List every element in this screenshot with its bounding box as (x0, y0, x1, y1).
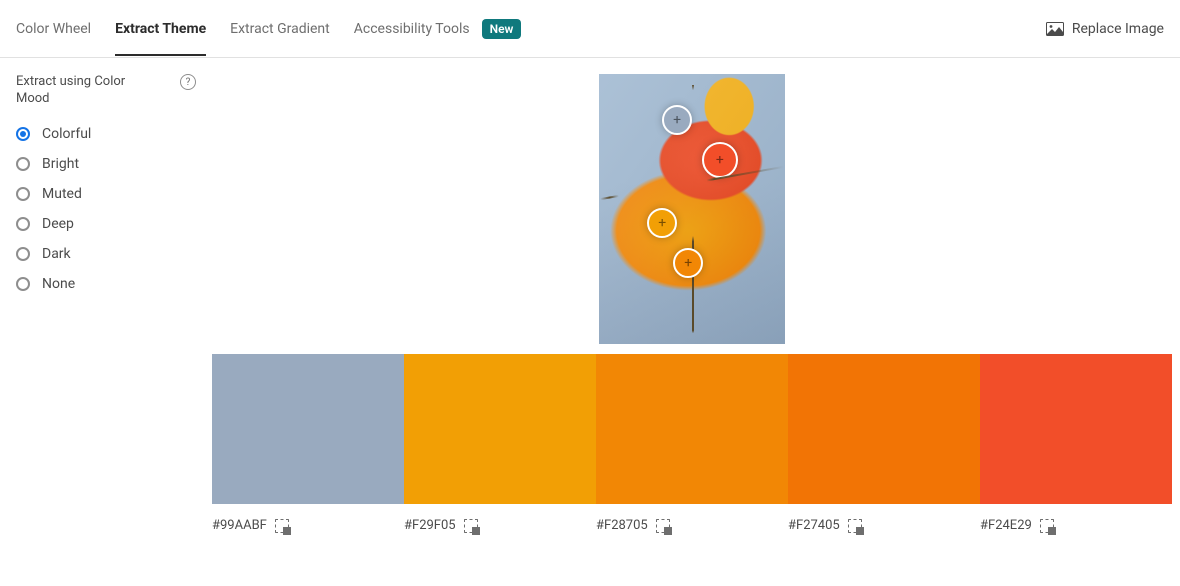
mood-radio-group: Colorful Bright Muted Deep Dark None (16, 126, 196, 292)
radio-label: Deep (42, 216, 74, 232)
color-picker-handle[interactable]: + (647, 208, 677, 238)
radio-icon (16, 277, 30, 291)
swatch-column: #F27405 (788, 354, 980, 533)
radio-label: Colorful (42, 126, 91, 142)
color-swatch[interactable] (404, 354, 596, 504)
radio-label: Bright (42, 156, 79, 172)
mood-muted[interactable]: Muted (16, 186, 196, 202)
main: + + + + #99AABF #F29F05 #F28705 #F27405 #F24E29 (212, 74, 1172, 533)
swatch-hex: #F28705 (596, 518, 648, 533)
radio-label: None (42, 276, 75, 292)
color-picker-handle[interactable]: + (673, 248, 703, 278)
body: Extract using Color Mood ? Colorful Brig… (0, 58, 1180, 549)
swatch-hex: #F27405 (788, 518, 840, 533)
radio-label: Muted (42, 186, 82, 202)
copy-color-icon[interactable] (275, 519, 289, 533)
nav-tabs: Color Wheel Extract Theme Extract Gradie… (16, 3, 1046, 55)
radio-icon (16, 247, 30, 261)
mood-none[interactable]: None (16, 276, 196, 292)
copy-color-icon[interactable] (1040, 519, 1054, 533)
swatch-column: #F29F05 (404, 354, 596, 533)
swatch-label: #F27405 (788, 504, 980, 533)
color-swatch[interactable] (788, 354, 980, 504)
copy-color-icon[interactable] (656, 519, 670, 533)
source-image[interactable]: + + + + (599, 74, 785, 344)
mood-bright[interactable]: Bright (16, 156, 196, 172)
swatch-label: #99AABF (212, 504, 404, 533)
help-icon[interactable]: ? (180, 74, 196, 90)
swatch-column: #F28705 (596, 354, 788, 533)
radio-icon (16, 217, 30, 231)
top-nav: Color Wheel Extract Theme Extract Gradie… (0, 0, 1180, 58)
tab-extract-gradient[interactable]: Extract Gradient (230, 3, 330, 54)
badge-new: New (482, 19, 522, 39)
color-swatch[interactable] (212, 354, 404, 504)
mood-dark[interactable]: Dark (16, 246, 196, 262)
tab-accessibility-tools[interactable]: Accessibility Tools (354, 3, 470, 54)
swatch-label: #F29F05 (404, 504, 596, 533)
mood-colorful[interactable]: Colorful (16, 126, 196, 142)
color-swatch[interactable] (980, 354, 1172, 504)
color-swatch[interactable] (596, 354, 788, 504)
radio-icon (16, 157, 30, 171)
radio-label: Dark (42, 246, 71, 262)
swatch-column: #F24E29 (980, 354, 1172, 533)
swatch-hex: #F24E29 (980, 518, 1032, 533)
swatch-label: #F28705 (596, 504, 788, 533)
replace-image-label: Replace Image (1072, 21, 1164, 37)
copy-color-icon[interactable] (848, 519, 862, 533)
swatch-row: #99AABF #F29F05 #F28705 #F27405 #F24E29 (212, 354, 1172, 533)
sidebar: Extract using Color Mood ? Colorful Brig… (16, 74, 196, 533)
swatch-label: #F24E29 (980, 504, 1172, 533)
color-picker-handle[interactable]: + (702, 142, 738, 178)
replace-image-button[interactable]: Replace Image (1046, 21, 1164, 37)
mood-deep[interactable]: Deep (16, 216, 196, 232)
radio-icon (16, 187, 30, 201)
tab-color-wheel[interactable]: Color Wheel (16, 3, 91, 54)
swatch-hex: #F29F05 (404, 518, 456, 533)
sidebar-title: Extract using Color Mood (16, 74, 146, 108)
swatch-column: #99AABF (212, 354, 404, 533)
color-picker-handle[interactable]: + (662, 105, 692, 135)
tab-extract-theme[interactable]: Extract Theme (115, 3, 206, 56)
radio-icon (16, 127, 30, 141)
swatch-hex: #99AABF (212, 518, 267, 533)
sidebar-header: Extract using Color Mood ? (16, 74, 196, 108)
copy-color-icon[interactable] (464, 519, 478, 533)
image-icon (1046, 22, 1064, 36)
